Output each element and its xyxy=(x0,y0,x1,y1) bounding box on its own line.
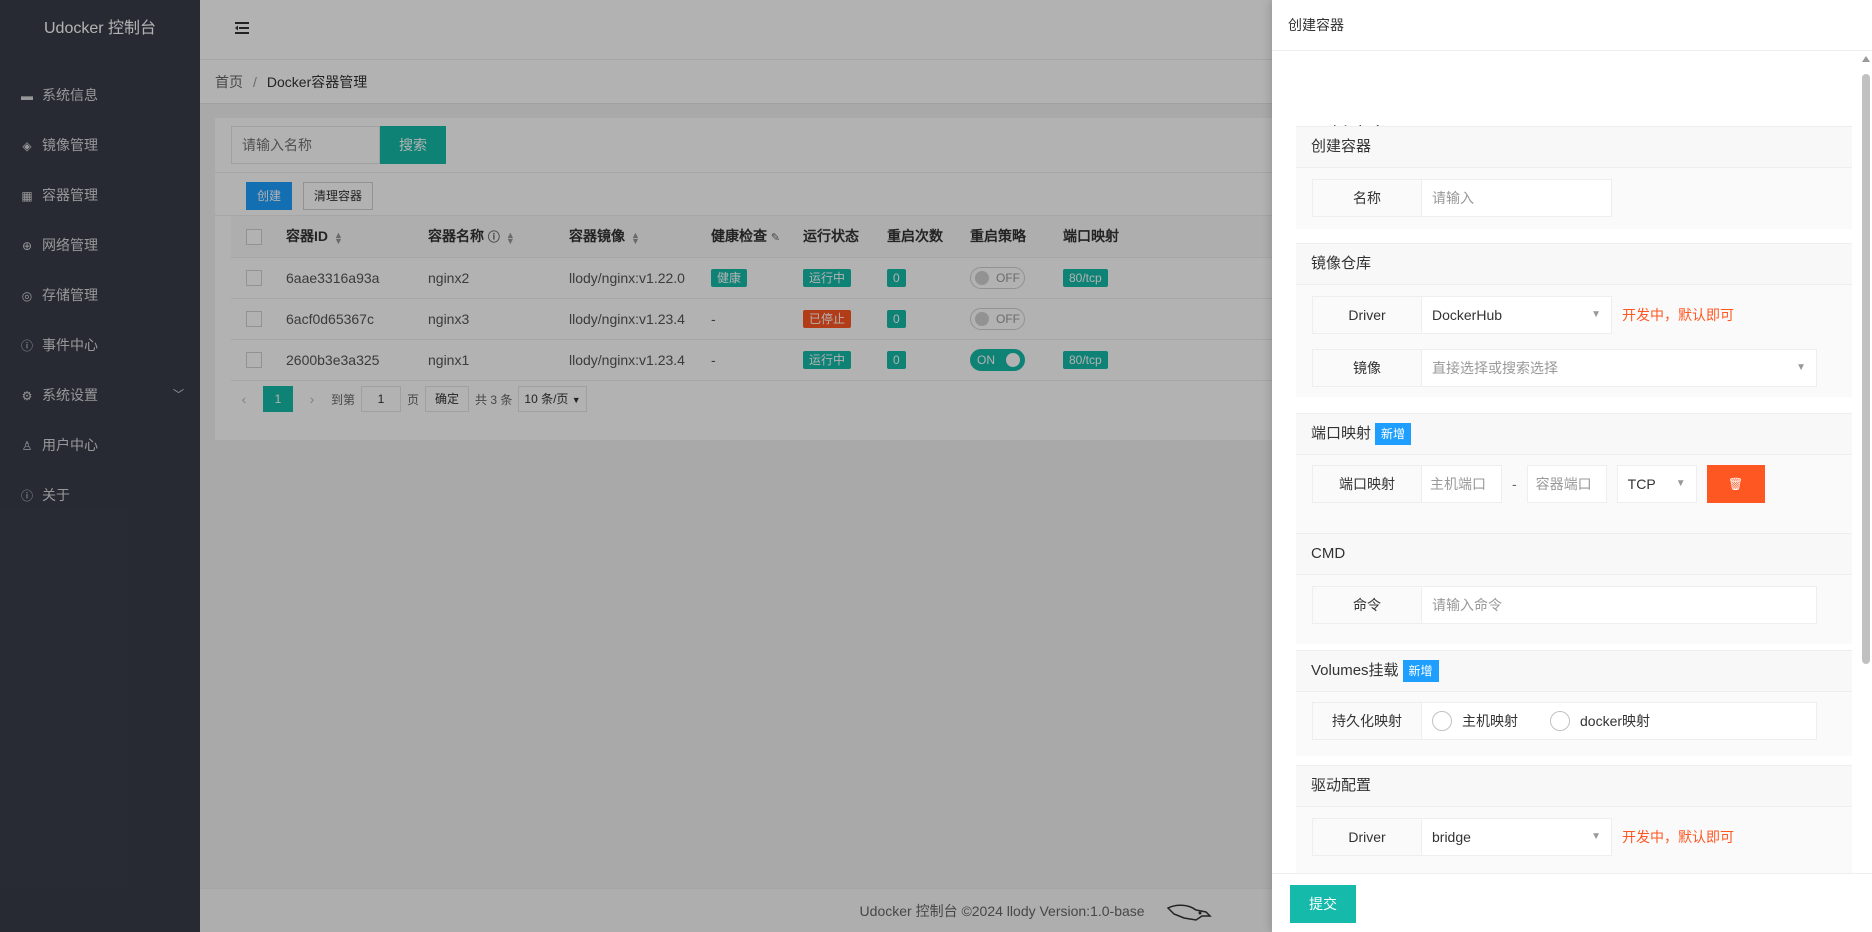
image-select[interactable]: 直接选择或搜索选择 ▼ xyxy=(1422,349,1817,387)
radio-host-mapping[interactable]: 主机映射 xyxy=(1432,703,1518,739)
port-mapping-row: 端口映射 主机端口 - 容器端口 TCP ▼ 🗑 xyxy=(1312,465,1765,503)
registry-driver-select[interactable]: DockerHub ▼ xyxy=(1422,296,1612,334)
volume-type-group: 主机映射 docker映射 xyxy=(1422,702,1817,740)
submit-button[interactable]: 提交 xyxy=(1290,885,1356,923)
name-row: 名称 请输入 xyxy=(1312,179,1612,217)
select-value: TCP xyxy=(1627,476,1656,492)
drawer-title: 创建容器 xyxy=(1272,0,1872,51)
chevron-down-icon: ▼ xyxy=(1675,478,1686,489)
app-root: Udocker 控制台 ▬ 系统信息 ◈ 镜像管理 ▦ 容器管理 ⊕ 网络管理 ◎ 存储管… xyxy=(0,0,1872,932)
section-header-basic: 创建容器 xyxy=(1296,126,1852,168)
persist-label: 持久化映射 xyxy=(1312,702,1422,740)
host-port-input[interactable]: 主机端口 xyxy=(1422,465,1502,503)
drawer-footer: 提交 xyxy=(1272,873,1872,932)
select-placeholder: 直接选择或搜索选择 xyxy=(1432,360,1558,376)
form-fieldset: 创建容器 xyxy=(1296,83,1852,148)
delete-port-button[interactable]: 🗑 xyxy=(1706,465,1765,503)
container-port-input[interactable]: 容器端口 xyxy=(1526,465,1607,503)
name-input[interactable]: 请输入 xyxy=(1422,179,1612,217)
drawer-scrollbar[interactable] xyxy=(1862,56,1870,876)
drawer-body: 创建容器 创建容器 名称 请输入 镜像仓库 Driver DockerHub ▼ … xyxy=(1272,51,1872,874)
chevron-down-icon: ▼ xyxy=(1796,362,1806,373)
port-mapping-label: 端口映射 xyxy=(1312,465,1422,503)
name-label: 名称 xyxy=(1312,179,1422,217)
driver-label: Driver xyxy=(1312,818,1422,856)
driver-hint: 开发中，默认即可 xyxy=(1622,307,1734,323)
image-label: 镜像 xyxy=(1312,349,1422,387)
cmd-input[interactable]: 请输入命令 xyxy=(1422,586,1817,624)
driver-hint: 开发中，默认即可 xyxy=(1622,829,1734,845)
section-header-network: 驱动配置 xyxy=(1296,765,1852,807)
chevron-down-icon: ▼ xyxy=(1591,831,1601,842)
scrollbar-thumb[interactable] xyxy=(1862,74,1870,664)
chevron-down-icon: ▼ xyxy=(1591,309,1601,320)
network-driver-row: Driver bridge ▼ 开发中，默认即可 xyxy=(1312,818,1734,856)
cmd-row: 命令 请输入命令 xyxy=(1312,586,1817,624)
image-row: 镜像 直接选择或搜索选择 ▼ xyxy=(1312,349,1817,387)
section-title: 端口映射 xyxy=(1311,425,1372,442)
section-title: Volumes挂载 xyxy=(1311,662,1399,679)
trash-icon: 🗑 xyxy=(1728,477,1744,491)
radio-label: docker映射 xyxy=(1580,713,1651,729)
select-value: bridge xyxy=(1432,829,1471,845)
radio-docker-mapping[interactable]: docker映射 xyxy=(1550,703,1650,739)
port-dash: - xyxy=(1512,476,1517,492)
registry-driver-row: Driver DockerHub ▼ 开发中，默认即可 xyxy=(1312,296,1734,334)
cmd-label: 命令 xyxy=(1312,586,1422,624)
network-driver-select[interactable]: bridge ▼ xyxy=(1422,818,1612,856)
radio-label: 主机映射 xyxy=(1462,713,1518,729)
radio-circle xyxy=(1550,711,1570,731)
protocol-select[interactable]: TCP ▼ xyxy=(1616,465,1697,503)
radio-circle xyxy=(1432,711,1452,731)
create-container-drawer: 创建容器 创建容器 创建容器 名称 请输入 镜像仓库 Driver Docker… xyxy=(1272,0,1872,932)
section-header-cmd: CMD xyxy=(1296,533,1852,575)
section-header-ports: 端口映射 新增 xyxy=(1296,413,1852,455)
section-header-volumes: Volumes挂载 新增 xyxy=(1296,650,1852,692)
select-value: DockerHub xyxy=(1432,307,1503,323)
section-header-registry: 镜像仓库 xyxy=(1296,243,1852,285)
volume-row: 持久化映射 主机映射 docker映射 xyxy=(1312,702,1817,740)
add-volume-button[interactable]: 新增 xyxy=(1402,660,1439,683)
add-port-button[interactable]: 新增 xyxy=(1375,423,1412,446)
scroll-up-icon[interactable] xyxy=(1862,56,1870,62)
driver-label: Driver xyxy=(1312,296,1422,334)
modal-backdrop[interactable] xyxy=(0,0,1272,932)
